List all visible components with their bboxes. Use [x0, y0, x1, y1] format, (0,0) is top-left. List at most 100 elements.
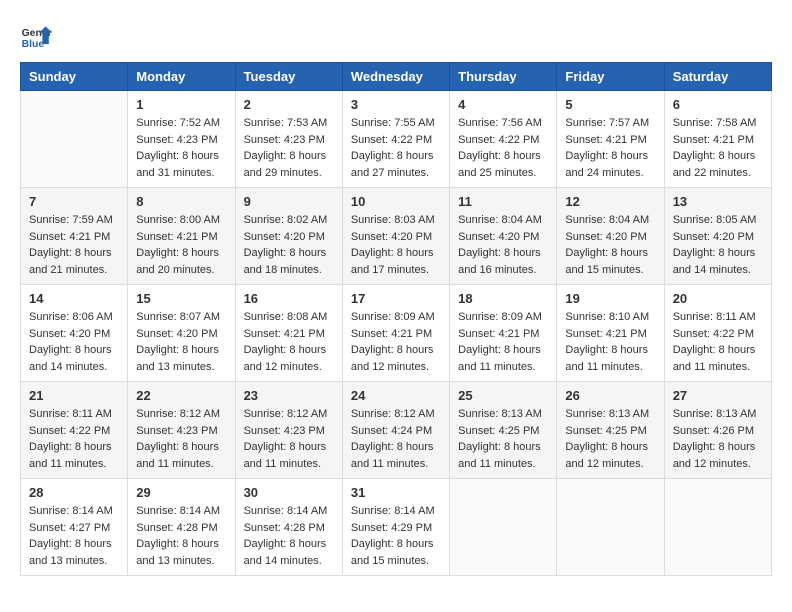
- daylight-hours: Daylight: 8 hours and 31 minutes.: [136, 150, 219, 179]
- day-number: 11: [458, 194, 548, 209]
- calendar-week-row: 14 Sunrise: 8:06 AM Sunset: 4:20 PM Dayl…: [21, 285, 772, 382]
- calendar-day-cell: 20 Sunrise: 8:11 AM Sunset: 4:22 PM Dayl…: [664, 285, 771, 382]
- sunset-time: Sunset: 4:21 PM: [458, 328, 539, 340]
- sunrise-time: Sunrise: 7:58 AM: [673, 117, 757, 129]
- day-number: 12: [565, 194, 655, 209]
- sunset-time: Sunset: 4:29 PM: [351, 522, 432, 534]
- daylight-hours: Daylight: 8 hours and 11 minutes.: [565, 344, 648, 373]
- sunset-time: Sunset: 4:20 PM: [244, 231, 325, 243]
- day-info: Sunrise: 7:55 AM Sunset: 4:22 PM Dayligh…: [351, 115, 441, 181]
- calendar-day-cell: 13 Sunrise: 8:05 AM Sunset: 4:20 PM Dayl…: [664, 188, 771, 285]
- sunrise-time: Sunrise: 8:04 AM: [458, 214, 542, 226]
- day-info: Sunrise: 8:12 AM Sunset: 4:24 PM Dayligh…: [351, 406, 441, 472]
- sunset-time: Sunset: 4:22 PM: [673, 328, 754, 340]
- calendar-day-cell: 9 Sunrise: 8:02 AM Sunset: 4:20 PM Dayli…: [235, 188, 342, 285]
- sunrise-time: Sunrise: 7:55 AM: [351, 117, 435, 129]
- daylight-hours: Daylight: 8 hours and 27 minutes.: [351, 150, 434, 179]
- daylight-hours: Daylight: 8 hours and 17 minutes.: [351, 247, 434, 276]
- day-info: Sunrise: 8:10 AM Sunset: 4:21 PM Dayligh…: [565, 309, 655, 375]
- sunrise-time: Sunrise: 7:52 AM: [136, 117, 220, 129]
- calendar-day-cell: 4 Sunrise: 7:56 AM Sunset: 4:22 PM Dayli…: [450, 91, 557, 188]
- sunset-time: Sunset: 4:20 PM: [458, 231, 539, 243]
- day-number: 14: [29, 291, 119, 306]
- sunset-time: Sunset: 4:22 PM: [351, 134, 432, 146]
- day-info: Sunrise: 8:07 AM Sunset: 4:20 PM Dayligh…: [136, 309, 226, 375]
- sunset-time: Sunset: 4:23 PM: [136, 134, 217, 146]
- calendar-day-cell: 18 Sunrise: 8:09 AM Sunset: 4:21 PM Dayl…: [450, 285, 557, 382]
- day-number: 6: [673, 97, 763, 112]
- calendar-day-cell: 14 Sunrise: 8:06 AM Sunset: 4:20 PM Dayl…: [21, 285, 128, 382]
- sunset-time: Sunset: 4:22 PM: [29, 425, 110, 437]
- day-number: 19: [565, 291, 655, 306]
- sunset-time: Sunset: 4:28 PM: [244, 522, 325, 534]
- daylight-hours: Daylight: 8 hours and 12 minutes.: [565, 441, 648, 470]
- daylight-hours: Daylight: 8 hours and 11 minutes.: [136, 441, 219, 470]
- day-number: 24: [351, 388, 441, 403]
- calendar-day-cell: 23 Sunrise: 8:12 AM Sunset: 4:23 PM Dayl…: [235, 382, 342, 479]
- calendar-day-cell: 12 Sunrise: 8:04 AM Sunset: 4:20 PM Dayl…: [557, 188, 664, 285]
- sunset-time: Sunset: 4:20 PM: [351, 231, 432, 243]
- day-info: Sunrise: 7:57 AM Sunset: 4:21 PM Dayligh…: [565, 115, 655, 181]
- sunrise-time: Sunrise: 7:59 AM: [29, 214, 113, 226]
- sunrise-time: Sunrise: 8:13 AM: [673, 408, 757, 420]
- sunset-time: Sunset: 4:21 PM: [351, 328, 432, 340]
- daylight-hours: Daylight: 8 hours and 15 minutes.: [351, 538, 434, 567]
- calendar-day-cell: 21 Sunrise: 8:11 AM Sunset: 4:22 PM Dayl…: [21, 382, 128, 479]
- day-info: Sunrise: 8:08 AM Sunset: 4:21 PM Dayligh…: [244, 309, 334, 375]
- sunrise-time: Sunrise: 7:57 AM: [565, 117, 649, 129]
- sunrise-time: Sunrise: 8:03 AM: [351, 214, 435, 226]
- sunrise-time: Sunrise: 8:10 AM: [565, 311, 649, 323]
- calendar-day-cell: 11 Sunrise: 8:04 AM Sunset: 4:20 PM Dayl…: [450, 188, 557, 285]
- day-number: 8: [136, 194, 226, 209]
- day-info: Sunrise: 8:00 AM Sunset: 4:21 PM Dayligh…: [136, 212, 226, 278]
- day-number: 22: [136, 388, 226, 403]
- daylight-hours: Daylight: 8 hours and 12 minutes.: [351, 344, 434, 373]
- day-info: Sunrise: 8:09 AM Sunset: 4:21 PM Dayligh…: [351, 309, 441, 375]
- day-info: Sunrise: 8:04 AM Sunset: 4:20 PM Dayligh…: [458, 212, 548, 278]
- sunset-time: Sunset: 4:20 PM: [565, 231, 646, 243]
- day-info: Sunrise: 8:04 AM Sunset: 4:20 PM Dayligh…: [565, 212, 655, 278]
- calendar-day-cell: 8 Sunrise: 8:00 AM Sunset: 4:21 PM Dayli…: [128, 188, 235, 285]
- sunset-time: Sunset: 4:27 PM: [29, 522, 110, 534]
- calendar-day-cell: 15 Sunrise: 8:07 AM Sunset: 4:20 PM Dayl…: [128, 285, 235, 382]
- sunrise-time: Sunrise: 8:14 AM: [29, 505, 113, 517]
- sunset-time: Sunset: 4:21 PM: [565, 328, 646, 340]
- weekday-header: Tuesday: [235, 63, 342, 91]
- sunrise-time: Sunrise: 7:56 AM: [458, 117, 542, 129]
- day-number: 16: [244, 291, 334, 306]
- day-info: Sunrise: 8:06 AM Sunset: 4:20 PM Dayligh…: [29, 309, 119, 375]
- sunrise-time: Sunrise: 8:06 AM: [29, 311, 113, 323]
- daylight-hours: Daylight: 8 hours and 11 minutes.: [458, 441, 541, 470]
- sunset-time: Sunset: 4:21 PM: [673, 134, 754, 146]
- daylight-hours: Daylight: 8 hours and 29 minutes.: [244, 150, 327, 179]
- day-number: 27: [673, 388, 763, 403]
- daylight-hours: Daylight: 8 hours and 14 minutes.: [673, 247, 756, 276]
- sunrise-time: Sunrise: 8:09 AM: [458, 311, 542, 323]
- calendar-day-cell: 1 Sunrise: 7:52 AM Sunset: 4:23 PM Dayli…: [128, 91, 235, 188]
- sunset-time: Sunset: 4:24 PM: [351, 425, 432, 437]
- day-number: 30: [244, 485, 334, 500]
- calendar-day-cell: 25 Sunrise: 8:13 AM Sunset: 4:25 PM Dayl…: [450, 382, 557, 479]
- calendar-day-cell: 31 Sunrise: 8:14 AM Sunset: 4:29 PM Dayl…: [342, 479, 449, 576]
- day-number: 31: [351, 485, 441, 500]
- calendar-day-cell: 6 Sunrise: 7:58 AM Sunset: 4:21 PM Dayli…: [664, 91, 771, 188]
- day-info: Sunrise: 8:13 AM Sunset: 4:25 PM Dayligh…: [565, 406, 655, 472]
- day-info: Sunrise: 8:03 AM Sunset: 4:20 PM Dayligh…: [351, 212, 441, 278]
- calendar-day-cell: [557, 479, 664, 576]
- day-number: 3: [351, 97, 441, 112]
- calendar-day-cell: 5 Sunrise: 7:57 AM Sunset: 4:21 PM Dayli…: [557, 91, 664, 188]
- day-info: Sunrise: 7:53 AM Sunset: 4:23 PM Dayligh…: [244, 115, 334, 181]
- sunrise-time: Sunrise: 8:14 AM: [136, 505, 220, 517]
- day-number: 2: [244, 97, 334, 112]
- sunset-time: Sunset: 4:22 PM: [458, 134, 539, 146]
- weekday-header: Sunday: [21, 63, 128, 91]
- day-info: Sunrise: 8:13 AM Sunset: 4:25 PM Dayligh…: [458, 406, 548, 472]
- day-number: 13: [673, 194, 763, 209]
- daylight-hours: Daylight: 8 hours and 11 minutes.: [244, 441, 327, 470]
- weekday-header: Friday: [557, 63, 664, 91]
- daylight-hours: Daylight: 8 hours and 12 minutes.: [244, 344, 327, 373]
- day-info: Sunrise: 8:11 AM Sunset: 4:22 PM Dayligh…: [29, 406, 119, 472]
- calendar-header-row: SundayMondayTuesdayWednesdayThursdayFrid…: [21, 63, 772, 91]
- calendar-day-cell: 22 Sunrise: 8:12 AM Sunset: 4:23 PM Dayl…: [128, 382, 235, 479]
- calendar-day-cell: 26 Sunrise: 8:13 AM Sunset: 4:25 PM Dayl…: [557, 382, 664, 479]
